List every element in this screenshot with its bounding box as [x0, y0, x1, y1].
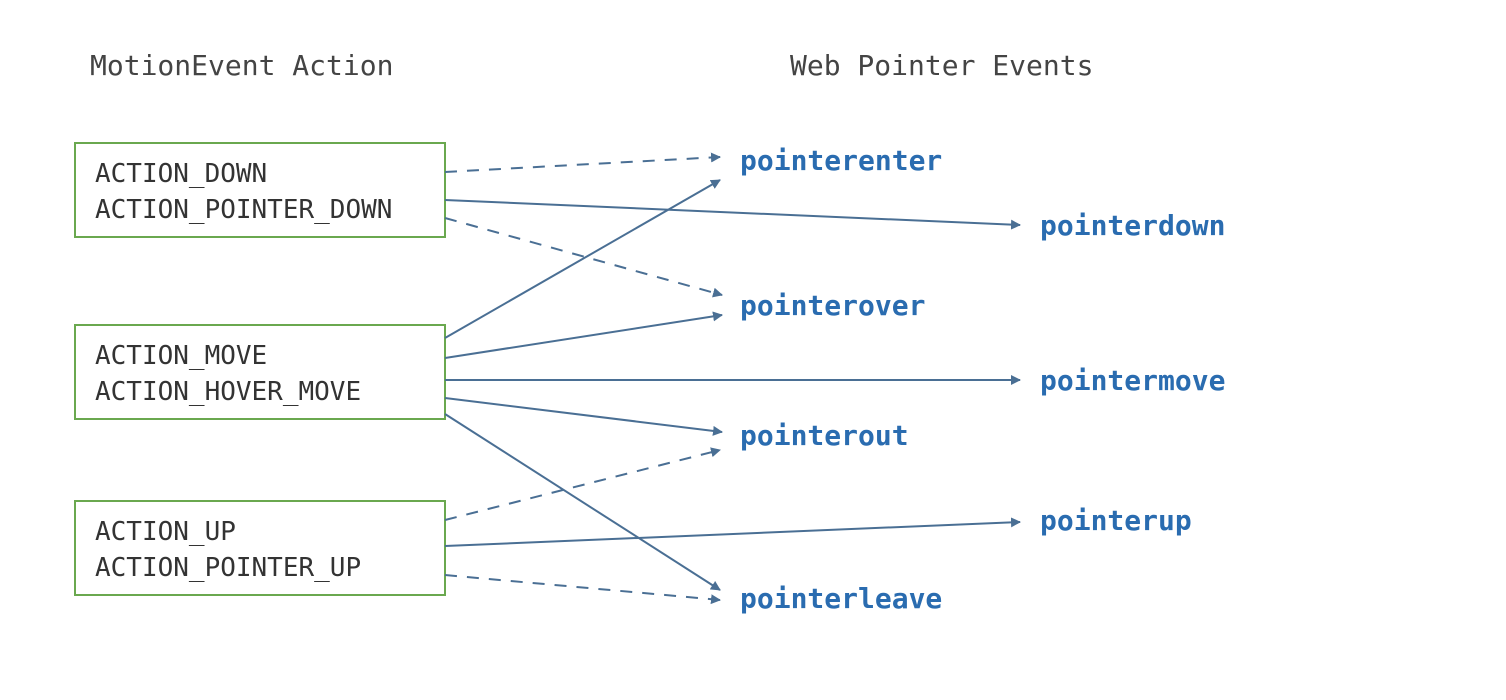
arrow-up-to-pointerup [445, 522, 1020, 546]
label-pointerdown: pointerdown [1040, 209, 1225, 242]
box-action-down-line1: ACTION_DOWN [95, 159, 267, 189]
box-action-up-line1: ACTION_UP [95, 517, 236, 547]
box-action-move-line1: ACTION_MOVE [95, 341, 267, 371]
arrow-up-to-pointerout [445, 450, 720, 520]
arrow-up-to-pointerleave [445, 575, 720, 600]
label-pointerleave: pointerleave [740, 582, 942, 615]
arrow-down-to-pointerenter [445, 157, 720, 172]
arrow-move-to-pointerout [445, 398, 722, 432]
arrow-move-to-pointerenter [445, 180, 720, 338]
heading-left: MotionEvent Action [90, 49, 393, 82]
box-action-up-line2: ACTION_POINTER_UP [95, 553, 361, 583]
box-action-move-line2: ACTION_HOVER_MOVE [95, 377, 361, 407]
box-action-down-line2: ACTION_POINTER_DOWN [95, 195, 392, 225]
label-pointerenter: pointerenter [740, 144, 942, 177]
arrow-down-to-pointerover [445, 218, 722, 295]
label-pointerover: pointerover [740, 289, 925, 322]
label-pointermove: pointermove [1040, 364, 1225, 397]
arrow-move-to-pointerleave [445, 414, 720, 590]
diagram-canvas: MotionEvent Action Web Pointer Events AC… [0, 0, 1506, 700]
label-pointerup: pointerup [1040, 504, 1192, 537]
heading-right: Web Pointer Events [790, 49, 1093, 82]
label-pointerout: pointerout [740, 419, 909, 452]
arrow-down-to-pointerdown [445, 200, 1020, 225]
arrow-move-to-pointerover [445, 315, 722, 358]
